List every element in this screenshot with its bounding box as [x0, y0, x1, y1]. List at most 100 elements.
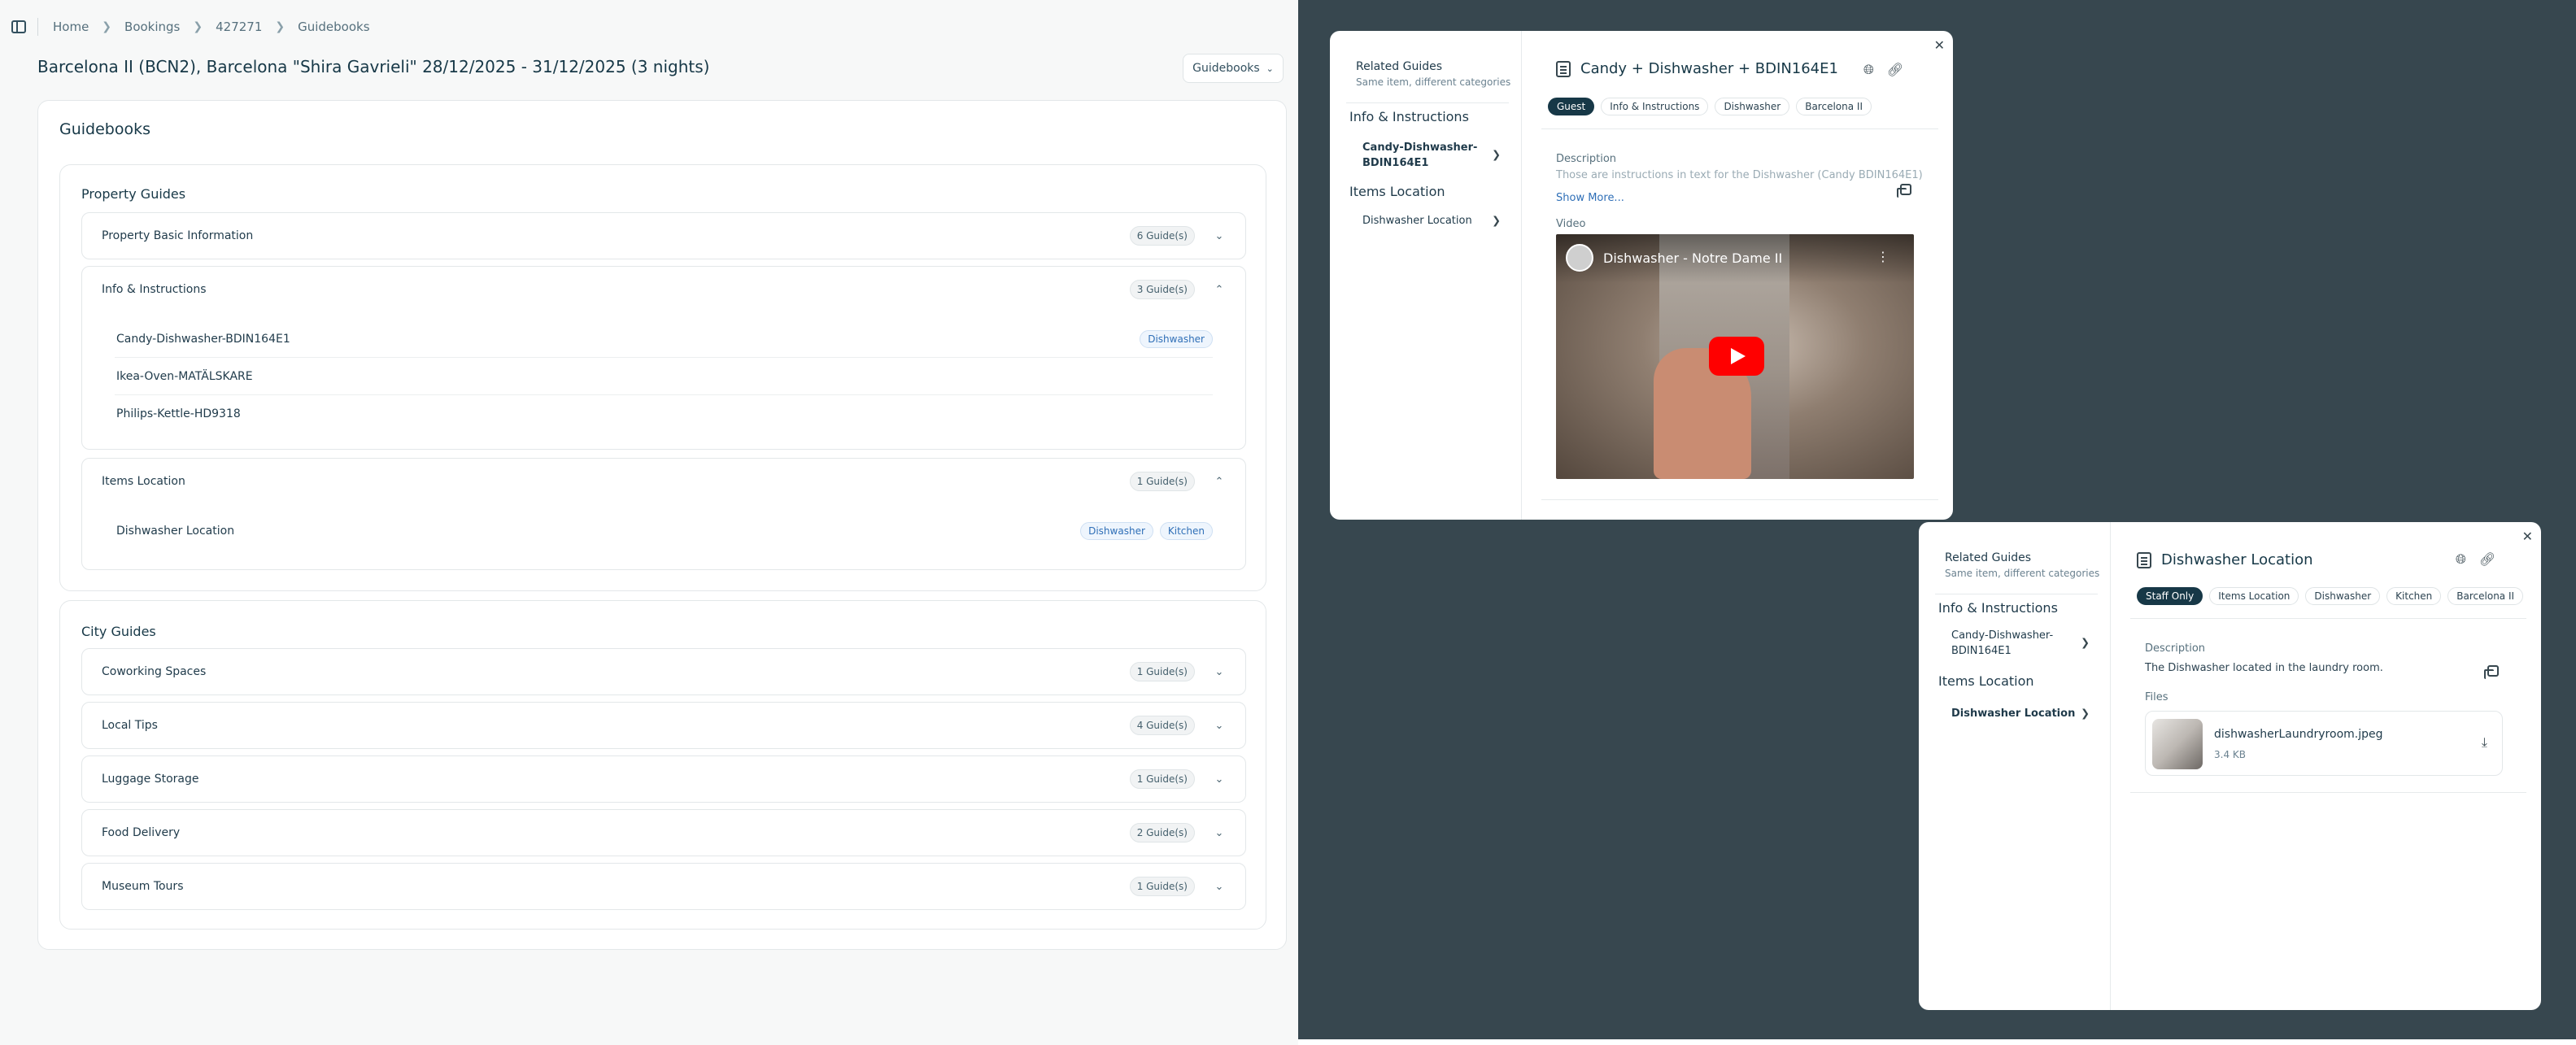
description-label: Description [2145, 642, 2206, 655]
related-guide-item[interactable]: Candy-Dishwasher-BDIN164E1 ❯ [1951, 628, 2090, 659]
related-guide-label: Dishwasher Location [1362, 215, 1472, 227]
globe-icon[interactable]: 🌐︎ [1863, 62, 1874, 78]
breadcrumb-bookings[interactable]: Bookings [124, 20, 180, 34]
guide-row-label: Dishwasher Location [116, 525, 235, 538]
guidebooks-select[interactable]: Guidebooks ⌄ [1183, 54, 1284, 83]
accordion-luggage-storage: Luggage Storage 1 Guide(s) ⌄ [81, 755, 1246, 803]
sidebar-toggle-icon[interactable] [11, 20, 26, 33]
download-icon[interactable]: ⤓ [2482, 734, 2487, 751]
chevron-down-icon: ⌄ [1214, 719, 1224, 732]
file-name: dishwasherLaundryroom.jpeg [2214, 728, 2383, 741]
tag-staff-only: Staff Only [2137, 587, 2203, 605]
guide-actions: 🌐︎ 🔗︎ [2456, 551, 2495, 568]
accordion-coworking-spaces: Coworking Spaces 1 Guide(s) ⌄ [81, 648, 1246, 695]
guide-row[interactable]: Philips-Kettle-HD9318 [115, 395, 1213, 433]
guide-count-badge: 2 Guide(s) [1129, 823, 1195, 843]
file-thumbnail [2152, 719, 2203, 769]
guide-count-badge: 1 Guide(s) [1129, 472, 1195, 491]
related-guides-sidebar: Related Guides Same item, different cate… [1330, 31, 1522, 520]
guide-row[interactable]: Candy-Dishwasher-BDIN164E1 Dishwasher [115, 320, 1213, 358]
city-guides-section: City Guides Coworking Spaces 1 Guide(s) … [59, 600, 1266, 930]
accordion-museum-tours: Museum Tours 1 Guide(s) ⌄ [81, 863, 1246, 910]
chevron-right-icon: ❯ [2081, 637, 2090, 650]
item-tag: Kitchen [1159, 522, 1213, 540]
guide-actions: 🌐︎ 🔗︎ [1863, 62, 1903, 78]
accordion-header[interactable]: Local Tips 4 Guide(s) ⌄ [82, 703, 1245, 748]
related-guide-item[interactable]: Dishwasher Location ❯ [1362, 213, 1501, 229]
accordion-label: Food Delivery [102, 826, 181, 839]
video-title[interactable]: Dishwasher - Notre Dame II [1603, 250, 1782, 266]
guide-modal-candy-dishwasher: ✕ Related Guides Same item, different ca… [1330, 31, 1953, 520]
file-size: 3.4 KB [2214, 749, 2246, 760]
guidebooks-select-label: Guidebooks [1192, 62, 1260, 75]
chevron-right-icon: ❯ [2081, 708, 2090, 720]
file-attachment[interactable]: dishwasherLaundryroom.jpeg 3.4 KB ⤓ [2145, 711, 2503, 776]
top-bar: Home ❯ Bookings ❯ 427271 ❯ Guidebooks [0, 0, 1298, 54]
section-title: City Guides [81, 624, 156, 639]
guide-row-label: Candy-Dishwasher-BDIN164E1 [116, 332, 290, 346]
link-icon[interactable]: 🔗︎ [2479, 551, 2495, 568]
accordion-info-instructions: Info & Instructions 3 Guide(s) ⌃ Candy-D… [81, 266, 1246, 450]
accordion-header[interactable]: Info & Instructions 3 Guide(s) ⌃ [82, 267, 1245, 312]
accordion-header[interactable]: Property Basic Information 6 Guide(s) ⌄ [82, 213, 1245, 259]
chevron-up-icon: ⌃ [1214, 475, 1224, 488]
accordion-property-basic-information: Property Basic Information 6 Guide(s) ⌄ [81, 212, 1246, 259]
book-icon [2137, 551, 2151, 568]
accordion-label: Coworking Spaces [102, 665, 207, 678]
tag-room: Kitchen [2386, 587, 2442, 605]
accordion-header[interactable]: Museum Tours 1 Guide(s) ⌄ [82, 864, 1245, 909]
accordion-header[interactable]: Items Location 1 Guide(s) ⌃ [82, 459, 1245, 504]
accordion-items-location: Items Location 1 Guide(s) ⌃ Dishwasher L… [81, 458, 1246, 570]
guide-tags: Guest Info & Instructions Dishwasher Bar… [1548, 98, 1872, 115]
chevron-up-icon: ⌃ [1214, 283, 1224, 296]
guide-count-badge: 1 Guide(s) [1129, 877, 1195, 896]
video-player[interactable]: Dishwasher - Notre Dame II ⋮ [1556, 234, 1914, 479]
breadcrumb-home[interactable]: Home [53, 20, 89, 34]
guide-count-badge: 3 Guide(s) [1129, 280, 1195, 299]
chevron-right-icon: ❯ [193, 20, 203, 33]
accordion-local-tips: Local Tips 4 Guide(s) ⌄ [81, 702, 1246, 749]
related-guide-item[interactable]: Dishwasher Location ❯ [1951, 706, 2090, 721]
copy-icon[interactable] [2484, 665, 2499, 679]
tag-item: Dishwasher [1715, 98, 1790, 115]
related-guides-title: Related Guides [1945, 551, 2032, 564]
category-heading: Items Location [1349, 184, 1445, 199]
related-guides-title: Related Guides [1356, 60, 1443, 73]
item-tag: Dishwasher [1080, 522, 1153, 540]
chevron-down-icon: ⌄ [1214, 826, 1224, 839]
chevron-down-icon: ⌄ [1214, 665, 1224, 678]
tag-item: Dishwasher [2305, 587, 2381, 605]
accordion-header[interactable]: Coworking Spaces 1 Guide(s) ⌄ [82, 649, 1245, 694]
copy-icon[interactable] [1897, 184, 1911, 198]
accordion-header[interactable]: Luggage Storage 1 Guide(s) ⌄ [82, 756, 1245, 802]
related-guide-item[interactable]: Candy-Dishwasher-BDIN164E1 ❯ [1362, 140, 1501, 171]
channel-avatar[interactable] [1566, 244, 1593, 272]
breadcrumb-booking-id[interactable]: 427271 [216, 20, 262, 34]
guide-count-badge: 4 Guide(s) [1129, 716, 1195, 735]
category-heading: Info & Instructions [1349, 109, 1469, 124]
accordion-header[interactable]: Food Delivery 2 Guide(s) ⌄ [82, 810, 1245, 856]
accordion-label: Local Tips [102, 719, 158, 732]
accordion-label: Items Location [102, 475, 185, 488]
guide-content: Candy + Dishwasher + BDIN164E1 🌐︎ 🔗︎ Gue… [1522, 31, 1953, 520]
tag-property: Barcelona II [2447, 587, 2524, 605]
play-button-icon[interactable] [1709, 337, 1764, 376]
chevron-right-icon: ❯ [275, 20, 285, 33]
category-heading: Items Location [1938, 673, 2034, 689]
category-heading: Info & Instructions [1938, 600, 2058, 616]
guide-content: Dishwasher Location 🌐︎ 🔗︎ Staff Only Ite… [2111, 522, 2541, 1010]
show-more-link[interactable]: Show More... [1556, 192, 1624, 204]
more-options-icon[interactable]: ⋮ [1876, 249, 1890, 264]
tag-guest: Guest [1548, 98, 1595, 115]
guide-row[interactable]: Dishwasher Location Dishwasher Kitchen [115, 512, 1213, 550]
chevron-down-icon: ⌄ [1214, 880, 1224, 893]
guide-row[interactable]: Ikea-Oven-MATÄLSKARE [115, 358, 1213, 395]
accordion-food-delivery: Food Delivery 2 Guide(s) ⌄ [81, 809, 1246, 856]
globe-icon[interactable]: 🌐︎ [2456, 551, 2466, 568]
guide-tags: Staff Only Items Location Dishwasher Kit… [2137, 587, 2524, 605]
divider [2130, 618, 2526, 619]
guidebooks-page: Home ❯ Bookings ❯ 427271 ❯ Guidebooks Ba… [0, 0, 1298, 1045]
guide-title: Dishwasher Location [2137, 551, 2313, 568]
guide-title-text: Dishwasher Location [2161, 551, 2313, 568]
link-icon[interactable]: 🔗︎ [1887, 62, 1903, 78]
